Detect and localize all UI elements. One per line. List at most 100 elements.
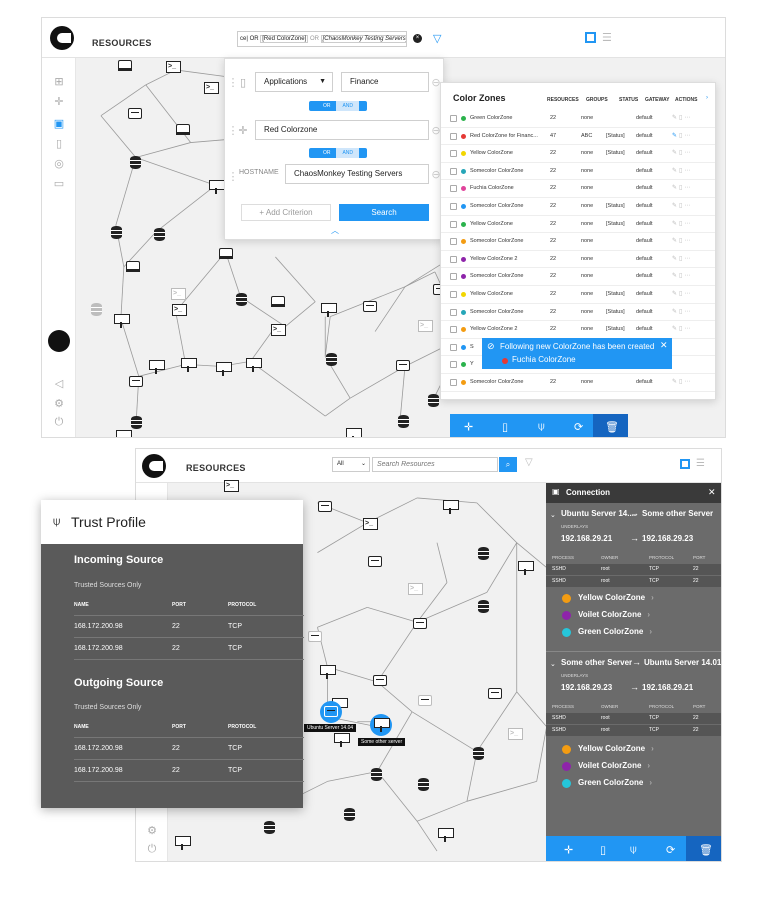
settings-icon[interactable]: ⚙ [53, 398, 65, 410]
or-and-toggle[interactable]: OR AND [309, 101, 367, 111]
row-checkbox[interactable] [450, 379, 457, 386]
list-view-icon[interactable]: ☰ [602, 31, 612, 44]
row-checkbox[interactable] [450, 150, 457, 158]
workstation-node[interactable] [438, 828, 454, 842]
other-server-node[interactable] [370, 714, 392, 736]
and-option[interactable]: AND [336, 148, 360, 158]
chevron-down-icon[interactable]: ⌄ [550, 660, 556, 668]
refresh-icon[interactable]: ⟳ [574, 420, 583, 433]
search-button[interactable]: ⌕ [499, 457, 517, 472]
connection-zone[interactable]: Yellow ColorZone › [562, 744, 654, 754]
color-zone-row[interactable]: Yellow ColorZone 2 22 none default ✎▯⋯ [441, 251, 715, 269]
more-icon[interactable]: ⋯ [684, 115, 692, 121]
megaphone-icon[interactable]: ◁ [53, 378, 65, 390]
monitor-icon[interactable]: ▣ [53, 118, 65, 130]
workstation-node[interactable] [246, 358, 262, 372]
color-zone-row[interactable]: Somecolor ColorZone 22 none [Status] default… [441, 198, 715, 216]
edit-icon[interactable]: ✎ [672, 133, 679, 139]
database-node[interactable] [428, 394, 439, 407]
connection-zone[interactable]: Yellow ColorZone › [562, 593, 654, 603]
clear-query-icon[interactable]: × [413, 34, 422, 43]
color-zone-row[interactable]: Somecolor ColorZone 22 none default ✎▯⋯ [441, 233, 715, 251]
database-node[interactable] [478, 547, 489, 560]
terminal-node[interactable]: >_ [204, 82, 219, 94]
row-checkbox[interactable] [450, 308, 457, 316]
database-node[interactable] [344, 808, 355, 821]
workstation-node[interactable] [518, 561, 534, 575]
connection-zone[interactable]: Voilet ColorZone › [562, 610, 650, 620]
chevron-right-icon[interactable]: › [706, 95, 708, 101]
servers-icon[interactable]: ⊞ [53, 76, 65, 88]
edit-icon[interactable]: ✎ [672, 256, 679, 262]
workstation-node[interactable] [334, 733, 350, 747]
server-node[interactable] [363, 301, 377, 312]
chevron-down-icon[interactable]: ⌄ [550, 511, 556, 519]
server-node[interactable] [368, 556, 382, 567]
row-checkbox[interactable] [450, 185, 457, 193]
workstation-node[interactable] [320, 665, 336, 679]
server-node[interactable] [129, 376, 143, 387]
database-node[interactable] [111, 226, 122, 239]
more-icon[interactable]: ⋯ [684, 379, 692, 385]
crosshair-icon[interactable]: ✛ [464, 420, 473, 433]
filter-select[interactable]: All ⌄ [332, 457, 370, 472]
graph-view-icon[interactable] [585, 32, 596, 43]
document-icon[interactable]: ▯ [600, 843, 606, 856]
laptop-icon[interactable]: ▭ [53, 178, 65, 190]
workstation-node[interactable] [443, 500, 459, 514]
edit-icon[interactable]: ✎ [672, 185, 679, 191]
or-option[interactable]: OR [317, 148, 337, 158]
row-checkbox[interactable] [450, 167, 457, 175]
more-icon[interactable]: ⋯ [684, 238, 692, 244]
color-zone-row[interactable]: Yellow ColorZone 22 none [Status] default ✎▯⋯ [441, 145, 715, 163]
edit-icon[interactable]: ✎ [672, 168, 679, 174]
filter-icon[interactable]: ▽ [433, 32, 441, 45]
edit-icon[interactable]: ✎ [672, 115, 679, 121]
crosshair-icon[interactable]: ✛ [53, 96, 65, 108]
edit-icon[interactable]: ✎ [672, 203, 679, 209]
connection-zone[interactable]: Green ColorZone › [562, 778, 652, 788]
database-node[interactable] [398, 415, 409, 428]
row-checkbox[interactable] [450, 326, 457, 334]
database-node[interactable] [236, 293, 247, 306]
color-zone-row[interactable]: Red ColorZone for Financ... 47 ABC [Status]… [441, 128, 715, 146]
more-icon[interactable]: ⋯ [684, 168, 692, 174]
more-icon[interactable]: ⋯ [684, 133, 692, 139]
laptop-node[interactable] [118, 60, 132, 71]
edit-icon[interactable]: ✎ [672, 291, 679, 297]
server-node[interactable] [413, 618, 427, 629]
color-zone-row[interactable]: Yellow ColorZone 22 none [Status] default ✎▯⋯ [441, 286, 715, 304]
criterion-value-input[interactable]: Finance [341, 72, 429, 92]
database-node[interactable] [326, 353, 337, 366]
document-icon[interactable]: ▯ [53, 138, 65, 150]
more-icon[interactable]: ⋯ [684, 221, 692, 227]
more-icon[interactable]: ⋯ [684, 150, 692, 156]
edit-icon[interactable]: ✎ [672, 150, 679, 156]
workstation-node[interactable] [321, 303, 337, 317]
database-node[interactable] [264, 821, 275, 834]
edit-icon[interactable]: ✎ [672, 326, 679, 332]
trust-icon[interactable]: ⍦ [538, 420, 545, 433]
graph-view-icon[interactable] [680, 459, 690, 469]
row-checkbox[interactable] [450, 238, 457, 246]
document-icon[interactable]: ▯ [502, 420, 508, 433]
and-option[interactable]: AND [336, 101, 360, 111]
color-zone-row[interactable]: Fuchia ColorZone 22 none default ✎▯⋯ [441, 180, 715, 198]
server-node[interactable] [418, 695, 432, 706]
row-checkbox[interactable] [450, 343, 457, 351]
database-node[interactable] [131, 416, 142, 429]
terminal-node[interactable]: >_ [224, 480, 239, 492]
avatar[interactable] [48, 330, 70, 352]
more-icon[interactable]: ⋯ [684, 309, 692, 315]
power-icon[interactable]: ⏻ [146, 843, 158, 855]
color-zone-row[interactable]: Green ColorZone 22 none default ✎▯⋯ [441, 110, 715, 128]
search-button[interactable]: Search [339, 204, 429, 221]
globe-icon[interactable]: ◎ [53, 158, 65, 170]
workstation-node[interactable] [116, 430, 132, 437]
database-node[interactable] [478, 600, 489, 613]
query-bar[interactable]: ce| OR [Red ColorZone] OR [ChaosMonkey T… [237, 31, 407, 47]
trash-icon[interactable]: 🗑 [699, 843, 713, 856]
database-node[interactable] [473, 747, 484, 760]
row-checkbox[interactable] [450, 203, 457, 210]
laptop-node[interactable] [219, 248, 233, 259]
